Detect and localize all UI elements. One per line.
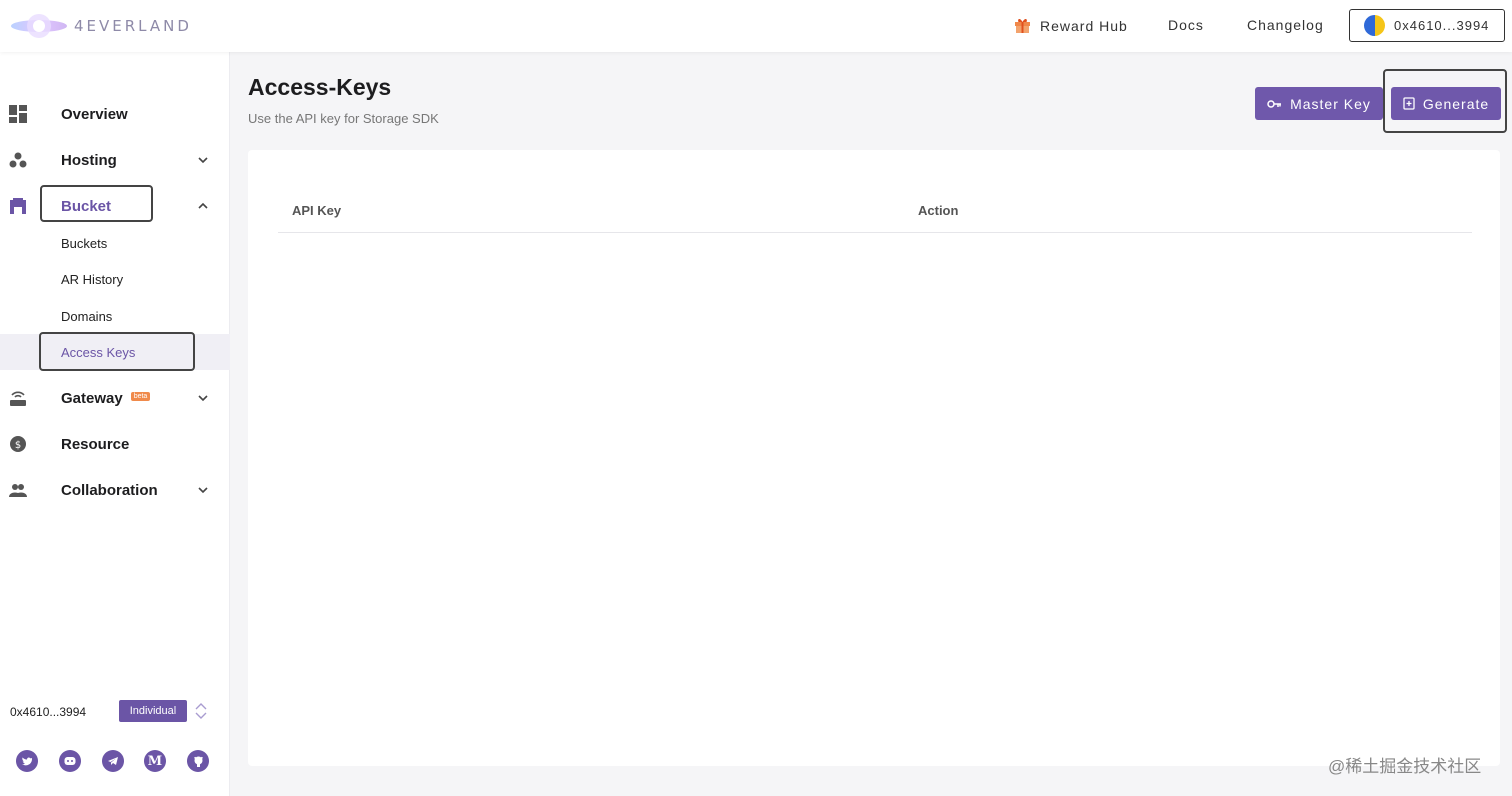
column-header-api-key: API Key bbox=[292, 203, 342, 218]
telegram-icon[interactable] bbox=[102, 750, 124, 772]
wallet-button[interactable]: 0x4610...3994 bbox=[1349, 9, 1505, 42]
sidebar-item-access-keys[interactable]: Access Keys bbox=[0, 334, 230, 370]
gateway-icon bbox=[9, 389, 27, 407]
generate-label: Generate bbox=[1422, 95, 1490, 112]
medium-icon[interactable]: M bbox=[144, 750, 166, 772]
sidebar-label-gateway: Gateway bbox=[61, 389, 123, 407]
sidebar-item-gateway[interactable]: Gateway beta bbox=[0, 378, 230, 418]
sidebar-label-resource: Resource bbox=[61, 435, 130, 453]
beta-badge: beta bbox=[130, 392, 151, 402]
nav-reward-hub-label: Reward Hub bbox=[1040, 17, 1128, 34]
sidebar-item-overview[interactable]: Overview bbox=[0, 94, 230, 134]
master-key-button[interactable]: Master Key bbox=[1255, 87, 1383, 120]
twitter-icon[interactable] bbox=[16, 750, 38, 772]
sidebar-label-bucket: Bucket bbox=[61, 197, 112, 215]
access-keys-table-card: API Key Action bbox=[248, 150, 1500, 766]
discord-icon[interactable] bbox=[59, 750, 81, 772]
chevron-down-icon bbox=[198, 487, 208, 494]
table-header-divider bbox=[278, 232, 1472, 233]
sidebar-item-collaboration[interactable]: Collaboration bbox=[0, 470, 230, 510]
logo-icon bbox=[11, 14, 67, 38]
sidebar-label-gateway-wrap: Gateway beta bbox=[61, 389, 151, 407]
github-icon[interactable] bbox=[187, 750, 209, 772]
sidebar-item-resource[interactable]: $ Resource bbox=[0, 424, 230, 464]
sidebar-item-domains[interactable]: Domains bbox=[0, 298, 230, 334]
sidebar-label-ar-history: AR History bbox=[61, 271, 124, 287]
sidebar-label-overview: Overview bbox=[61, 105, 128, 123]
team-icon bbox=[9, 481, 27, 499]
account-info: 0x4610...3994 bbox=[10, 700, 86, 724]
chevron-up-icon bbox=[198, 202, 208, 209]
sidebar-label-hosting: Hosting bbox=[61, 151, 117, 169]
sidebar: Overview Hosting Bucket Buckets AR Histo… bbox=[0, 52, 230, 796]
page-subtitle: Use the API key for Storage SDK bbox=[248, 111, 439, 126]
sidebar-item-hosting[interactable]: Hosting bbox=[0, 140, 230, 180]
switch-account-icon[interactable] bbox=[194, 700, 208, 722]
sidebar-item-bucket[interactable]: Bucket bbox=[0, 186, 230, 226]
column-header-action: Action bbox=[918, 203, 959, 218]
wallet-address: 0x4610...3994 bbox=[1394, 18, 1490, 33]
sidebar-label-collaboration: Collaboration bbox=[61, 481, 158, 499]
key-icon bbox=[1267, 99, 1282, 108]
page-title: Access-Keys bbox=[248, 74, 392, 100]
hosting-icon bbox=[9, 151, 27, 169]
sidebar-item-buckets[interactable]: Buckets bbox=[0, 225, 230, 261]
nav-changelog[interactable]: Changelog bbox=[1247, 17, 1324, 33]
chevron-down-icon bbox=[198, 395, 208, 402]
dollar-icon: $ bbox=[9, 435, 27, 453]
account-address: 0x4610...3994 bbox=[10, 705, 87, 719]
top-header: 4EVERLAND Reward Hub Docs Changelog 0x46… bbox=[0, 0, 1512, 52]
nav-docs[interactable]: Docs bbox=[1168, 17, 1204, 33]
nav-reward-hub[interactable]: Reward Hub bbox=[1014, 17, 1128, 34]
bucket-icon bbox=[9, 197, 27, 215]
watermark: @稀土掘金技术社区 bbox=[1328, 757, 1482, 776]
logo-text: 4EVERLAND bbox=[74, 17, 192, 35]
account-type-badge[interactable]: Individual bbox=[119, 700, 187, 722]
sidebar-label-buckets: Buckets bbox=[61, 235, 108, 251]
gift-icon bbox=[1015, 18, 1030, 33]
sidebar-label-domains: Domains bbox=[61, 308, 113, 324]
chevron-down-icon bbox=[198, 157, 208, 164]
add-file-icon bbox=[1403, 97, 1415, 110]
generate-button[interactable]: Generate bbox=[1391, 87, 1501, 120]
sidebar-label-access-keys: Access Keys bbox=[61, 344, 136, 360]
wallet-avatar bbox=[1364, 15, 1385, 36]
svg-text:$: $ bbox=[15, 440, 21, 451]
dashboard-icon bbox=[9, 105, 27, 123]
master-key-label: Master Key bbox=[1290, 95, 1371, 112]
sidebar-item-ar-history[interactable]: AR History bbox=[0, 261, 230, 297]
social-links: M bbox=[0, 750, 230, 778]
logo[interactable]: 4EVERLAND bbox=[10, 10, 192, 42]
